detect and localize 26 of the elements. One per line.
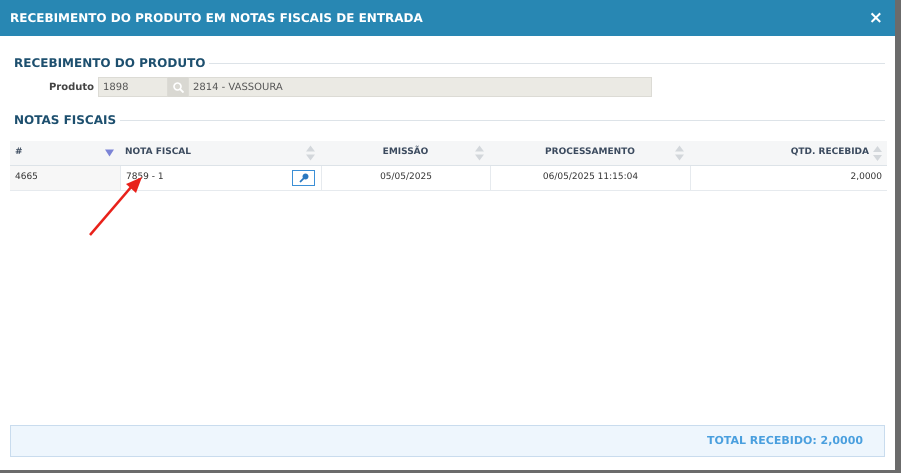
sort-icon[interactable] [306,146,315,160]
table-cell: 2,0000 [690,166,887,190]
sort-descending-icon[interactable] [105,150,114,156]
section-title: RECEBIMENTO DO PRODUTO [14,55,206,72]
search-icon [172,82,184,92]
sort-icon[interactable] [873,146,882,160]
window-title: RECEBIMENTO DO PRODUTO EM NOTAS FISCAIS DE ENTRADA [10,10,423,27]
table-cell: 4665 [10,166,120,190]
total-received: TOTAL RECEBIDO: 2,0000 [706,432,863,449]
product-code-field[interactable]: 1898 [98,77,168,97]
column-header[interactable]: QTD. RECEBIDA [690,141,887,165]
column-header[interactable]: EMISSÃO [321,141,490,165]
table-cell: 05/05/2025 [321,166,490,190]
key-icon [298,173,308,183]
key-button[interactable] [292,170,315,186]
search-button[interactable] [168,77,188,97]
section-title: NOTAS FISCAIS [14,112,116,129]
column-header[interactable]: PROCESSAMENTO [490,141,690,165]
field-label: Produto [48,80,95,94]
sort-icon[interactable] [475,146,484,160]
column-header[interactable]: NOTA FISCAL [120,141,321,165]
product-description-field[interactable]: 2814 - VASSOURA [188,77,652,97]
column-header[interactable]: # [10,141,120,165]
table-cell: 06/05/2025 11:15:04 [490,166,690,190]
sort-icon[interactable] [675,146,684,160]
close-button[interactable]: × [868,10,883,26]
